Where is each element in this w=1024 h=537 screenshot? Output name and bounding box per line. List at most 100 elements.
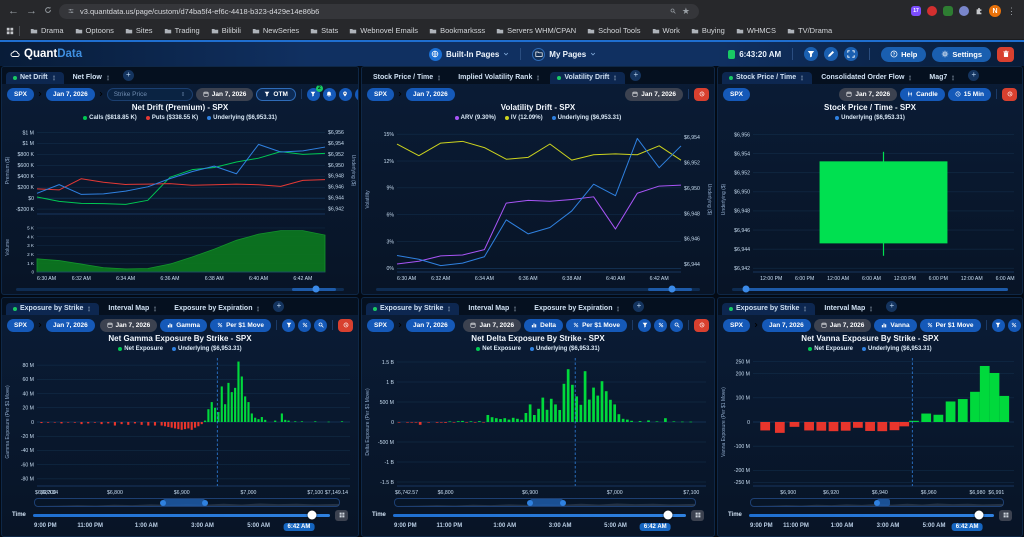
tab-menu-icon[interactable] (950, 75, 956, 81)
time-slider-track[interactable] (393, 514, 686, 517)
tab-menu-icon[interactable] (907, 75, 913, 81)
symbol-pill[interactable]: SPX (367, 319, 394, 332)
add-tab-button[interactable]: + (633, 301, 644, 312)
chart-scrollbar[interactable] (718, 284, 1022, 294)
bookmark-sites[interactable]: Sites (120, 24, 158, 37)
legend-item-puts[interactable]: Puts ($338.55 K) (146, 115, 198, 121)
tab-exposure-by-expiration[interactable]: Exposure by Expiration (527, 303, 628, 315)
tab-menu-icon[interactable] (799, 75, 805, 81)
per-move-select[interactable]: Per $1 Move (566, 319, 627, 332)
auto-refresh-button[interactable] (694, 319, 709, 332)
bookmark-bookmarksss[interactable]: Bookmarksss (424, 24, 490, 37)
scale-toggle-button[interactable] (1008, 319, 1021, 332)
zoom-button[interactable] (670, 319, 683, 332)
symbol-pill[interactable]: SPX (7, 319, 34, 332)
bookmark-work[interactable]: Work (647, 24, 685, 37)
address-bar[interactable]: v3.quantdata.us/page/custom/d74ba5f4-ef6… (59, 4, 699, 19)
help-button[interactable]: ?Help (881, 47, 926, 62)
legend-item-underlying[interactable]: Underlying ($6,953.31) (862, 346, 932, 352)
time-slider-track[interactable] (749, 514, 994, 517)
chart-area[interactable]: 15%12%9%6%3%0%Volatility$6,954$6,952$6,9… (362, 122, 714, 284)
range-brush[interactable] (750, 498, 1004, 507)
alerts-button[interactable] (323, 88, 336, 101)
bookmark-school-tools[interactable]: School Tools (582, 24, 645, 37)
extension-icon[interactable] (943, 6, 953, 16)
chart-type-select[interactable]: Candle (900, 88, 945, 101)
site-info-icon[interactable] (68, 8, 74, 14)
brush-handle[interactable] (874, 500, 880, 506)
brush-handle[interactable] (160, 500, 166, 506)
chart-area[interactable]: 1.5 B1 B500 M0-500 M-1 B-1.5 BDelta Expo… (362, 353, 714, 498)
chart-area[interactable]: 250 M200 M100 M0-100 M-200 M-250 MVanna … (718, 353, 1022, 498)
tab-exposure-by-strike[interactable]: Exposure by Strike (6, 303, 99, 315)
chart-area[interactable]: $6,956$6,954$6,952$6,950$6,948$6,946$6,9… (718, 122, 1022, 284)
filter-button[interactable] (638, 319, 651, 332)
brush-handle[interactable] (560, 500, 566, 506)
tab-mag7[interactable]: Mag7 (922, 72, 963, 84)
date-picker[interactable]: Jan 7, 2026 (196, 88, 254, 101)
tab-interval-map[interactable]: Interval Map (817, 303, 881, 315)
tab-exposure-by-strike[interactable]: Exposure by Strike (366, 303, 459, 315)
tab-implied-volatility-rank[interactable]: Implied Volatility Rank (451, 72, 548, 84)
chart-scrollbar[interactable] (362, 284, 714, 294)
bookmark-trading[interactable]: Trading (159, 24, 205, 37)
extension-icon[interactable] (959, 6, 969, 16)
scrollbar-knob[interactable] (742, 286, 749, 293)
scale-toggle-button[interactable] (654, 319, 667, 332)
slider-grid-button[interactable] (691, 510, 704, 521)
delete-page-button[interactable] (997, 47, 1014, 62)
per-move-select[interactable]: Per $1 Move (210, 319, 271, 332)
chart-style-button[interactable] (355, 88, 359, 101)
bookmark-tv-drama[interactable]: TV/Drama (782, 24, 837, 37)
tab-exposure-by-strike[interactable]: Exposure by Strike (722, 303, 815, 315)
bookmark-buying[interactable]: Buying (686, 24, 730, 37)
tab-menu-icon[interactable] (615, 306, 621, 312)
legend-item-iv[interactable]: IV (12.09%) (505, 115, 543, 121)
bookmark-whmcs[interactable]: WHMCS (731, 24, 781, 37)
add-tab-button[interactable]: + (630, 70, 641, 81)
range-brush[interactable] (394, 498, 696, 507)
brush-handle[interactable] (527, 500, 533, 506)
symbol-pill[interactable]: SPX (367, 88, 394, 101)
bookmark-newseries[interactable]: NewSeries (247, 24, 304, 37)
back-button[interactable]: ← (8, 6, 19, 17)
my-pages-dropdown[interactable]: My Pages (532, 48, 596, 61)
symbol-pill[interactable]: SPX (7, 88, 34, 101)
tab-interval-map[interactable]: Interval Map (461, 303, 525, 315)
tab-interval-map[interactable]: Interval Map (101, 303, 165, 315)
date-picker[interactable]: Jan 7, 2026 (839, 88, 897, 101)
legend-item-net[interactable]: Net Exposure (118, 346, 163, 352)
scrollbar-track[interactable] (376, 288, 700, 291)
time-slider-track[interactable] (33, 514, 330, 517)
tab-menu-icon[interactable] (868, 306, 874, 312)
interval-select[interactable]: 15 Min (948, 88, 991, 101)
time-slider-knob[interactable] (664, 511, 673, 520)
date-picker[interactable]: Jan 7, 2026 (463, 319, 521, 332)
scrollbar-knob[interactable] (313, 286, 320, 293)
auto-refresh-button[interactable] (694, 88, 709, 101)
edit-layout-button[interactable] (824, 47, 838, 61)
bookmark-stats[interactable]: Stats (305, 24, 343, 37)
legend-item-underlying[interactable]: Underlying ($6,953.31) (172, 346, 242, 352)
chart-scrollbar[interactable] (2, 284, 358, 294)
extensions-puzzle-icon[interactable] (975, 7, 983, 15)
legend-item-net[interactable]: Net Exposure (808, 346, 853, 352)
add-tab-button[interactable]: + (886, 301, 897, 312)
date-picker[interactable]: Jan 7, 2026 (625, 88, 683, 101)
built-in-pages-dropdown[interactable]: Built-In Pages (429, 48, 509, 61)
chart-area[interactable]: $1 M$1 M$800 K$600 K$400 K$200 K$0-$200 … (2, 122, 358, 284)
brush-selection[interactable] (163, 499, 206, 506)
forward-button[interactable]: → (26, 6, 37, 17)
app-logo[interactable]: QuantData (10, 48, 82, 60)
legend-item-net[interactable]: Net Exposure (476, 346, 521, 352)
scrollbar-track[interactable] (732, 288, 1008, 291)
symbol-pill[interactable]: SPX (723, 88, 750, 101)
zoom-button[interactable] (314, 319, 327, 332)
slider-grid-button[interactable] (999, 510, 1012, 521)
otm-toggle[interactable]: OTM (256, 88, 295, 101)
tab-consolidated-order-flow[interactable]: Consolidated Order Flow (814, 72, 920, 84)
extension-icon[interactable]: 17 (911, 6, 921, 16)
scale-toggle-button[interactable] (298, 319, 311, 332)
chart-canvas[interactable]: $6,956$6,954$6,952$6,950$6,948$6,946$6,9… (718, 122, 1022, 284)
tab-menu-icon[interactable] (255, 306, 261, 312)
